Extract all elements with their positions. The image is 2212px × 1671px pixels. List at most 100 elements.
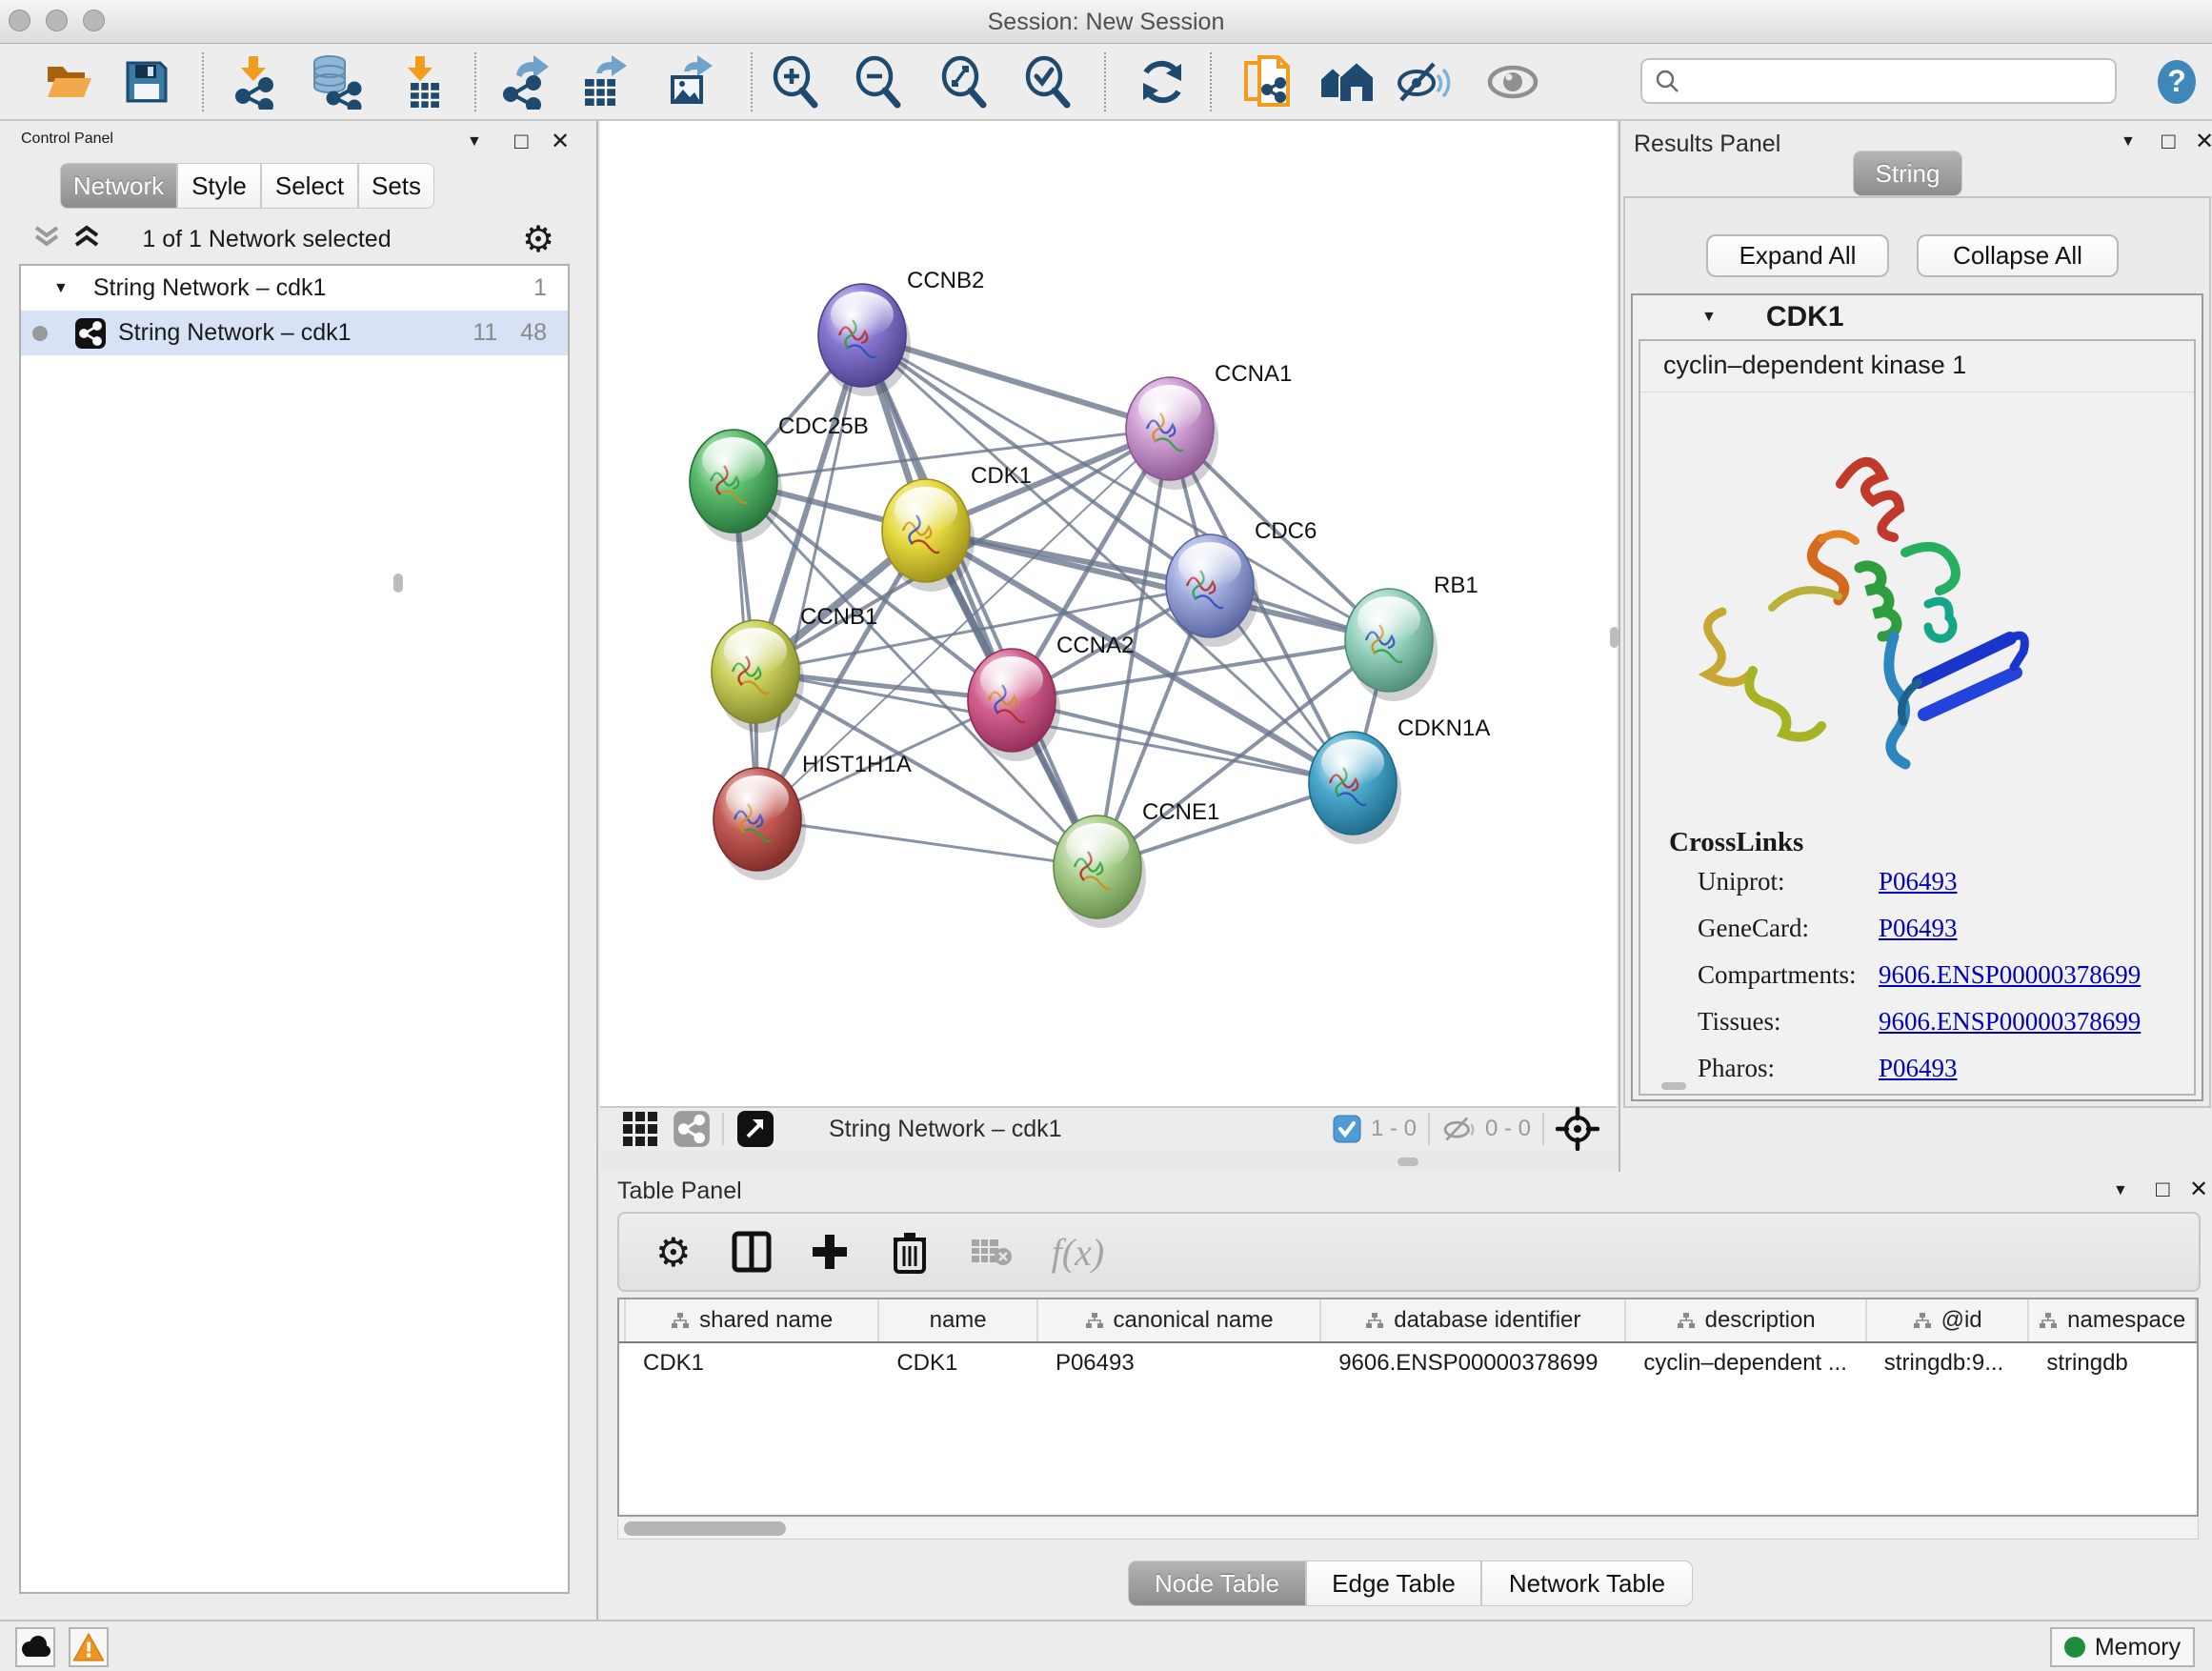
- tab-edge-table[interactable]: Edge Table: [1306, 1560, 1481, 1606]
- network-node-hist1h1a[interactable]: [714, 768, 806, 880]
- zoom-in-button[interactable]: [765, 51, 826, 112]
- network-node-cdc6[interactable]: [1166, 534, 1258, 647]
- open-session-button[interactable]: [38, 51, 99, 112]
- show-all-networks-button[interactable]: [1317, 51, 1378, 112]
- table-cell[interactable]: CDK1: [626, 1350, 879, 1377]
- table-cell[interactable]: cyclin–dependent ...: [1626, 1350, 1866, 1377]
- network-node-cdkn1a[interactable]: [1309, 732, 1401, 844]
- float-panel-icon[interactable]: □: [2162, 131, 2176, 153]
- panel-menu-icon[interactable]: ▼: [467, 134, 482, 150]
- collection-expand-icon[interactable]: ▼: [53, 281, 69, 296]
- import-table-button[interactable]: [392, 51, 453, 112]
- save-session-button[interactable]: [116, 51, 177, 112]
- network-graph[interactable]: CCNB2CCNA1CDC25BCDK1CDC6RB1CCNB1CCNA2CDK…: [600, 121, 1617, 1106]
- panel-menu-icon[interactable]: ▼: [2113, 1183, 2128, 1198]
- table-cell[interactable]: 9606.ENSP00000378699: [1321, 1350, 1626, 1377]
- network-options-gear-icon[interactable]: ⚙: [522, 218, 554, 260]
- node-label: RB1: [1434, 573, 1478, 598]
- table-cell[interactable]: stringdb:9...: [1867, 1350, 2030, 1377]
- table-cell[interactable]: CDK1: [879, 1350, 1038, 1377]
- table-cell[interactable]: stringdb: [2029, 1350, 2197, 1377]
- table-cell[interactable]: P06493: [1038, 1350, 1321, 1377]
- birds-eye-view-icon[interactable]: [621, 1110, 659, 1148]
- table-options-gear-icon[interactable]: ⚙: [655, 1229, 692, 1276]
- memory-button[interactable]: Memory: [2050, 1627, 2195, 1667]
- column-header-name[interactable]: name: [879, 1299, 1038, 1341]
- network-edge[interactable]: [757, 819, 1097, 867]
- network-node-cdk1[interactable]: [882, 479, 975, 592]
- import-network-file-button[interactable]: [225, 51, 286, 112]
- hide-graphics-details-button[interactable]: [1394, 51, 1455, 112]
- detach-view-icon[interactable]: [735, 1109, 775, 1149]
- network-node-rb1[interactable]: [1345, 589, 1438, 701]
- zoom-out-button[interactable]: [848, 51, 909, 112]
- export-table-button[interactable]: [573, 51, 634, 112]
- export-network-button[interactable]: [495, 51, 556, 112]
- gene-details-hscroll-thumb[interactable]: [1661, 1082, 1686, 1090]
- zoom-fit-button[interactable]: [934, 51, 995, 112]
- clone-network-button[interactable]: [1237, 51, 1297, 112]
- cytoscape-window: Session: New Session: [0, 0, 2212, 1671]
- column-header-namespace[interactable]: namespace: [2029, 1299, 2197, 1341]
- fit-content-crosshair-icon[interactable]: [1556, 1107, 1599, 1151]
- network-edge[interactable]: [862, 335, 1097, 867]
- search-input[interactable]: [1680, 67, 2115, 95]
- column-header-canonicalname[interactable]: canonical name: [1038, 1299, 1321, 1341]
- show-columns-icon[interactable]: [732, 1231, 772, 1273]
- tab-network-table[interactable]: Network Table: [1481, 1560, 1693, 1606]
- panel-menu-icon[interactable]: ▼: [2121, 134, 2136, 150]
- network-edge[interactable]: [757, 335, 862, 819]
- network-row-selected[interactable]: String Network – cdk1 11 48: [21, 311, 568, 355]
- crosslink-row: Tissues:9606.ENSP00000378699: [1698, 1007, 2174, 1037]
- delete-column-trash-icon[interactable]: [892, 1230, 928, 1274]
- table-horizontal-scrollbar[interactable]: [617, 1519, 2199, 1540]
- network-node-ccnb2[interactable]: [818, 284, 911, 396]
- crosslink-link[interactable]: 9606.ENSP00000378699: [1879, 960, 2141, 990]
- column-header-sharedname[interactable]: shared name: [626, 1299, 879, 1341]
- column-header-databaseidentifier[interactable]: database identifier: [1321, 1299, 1626, 1341]
- tab-style[interactable]: Style: [177, 163, 261, 209]
- expand-all-button[interactable]: Expand All: [1706, 234, 1889, 277]
- apply-layout-button[interactable]: [1132, 51, 1193, 112]
- float-panel-icon[interactable]: □: [514, 131, 529, 153]
- crosslink-link[interactable]: P06493: [1879, 1054, 1958, 1083]
- tab-network[interactable]: Network: [60, 163, 177, 209]
- crosslink-row: Uniprot:P06493: [1698, 867, 2174, 896]
- import-network-database-button[interactable]: [305, 51, 366, 112]
- tab-select[interactable]: Select: [261, 163, 358, 209]
- float-panel-icon[interactable]: □: [2156, 1178, 2170, 1201]
- show-graphics-details-button[interactable]: [1482, 51, 1543, 112]
- network-node-cdc25b[interactable]: [690, 430, 782, 542]
- control-panel-splitter-handle[interactable]: [393, 574, 403, 593]
- gene-collapse-icon[interactable]: ▼: [1701, 310, 1717, 325]
- network-node-ccnb1[interactable]: [712, 620, 804, 733]
- column-header-id[interactable]: @id: [1867, 1299, 2030, 1341]
- help-button[interactable]: ?: [2146, 51, 2207, 112]
- close-panel-icon[interactable]: ✕: [551, 131, 570, 153]
- network-collection-row[interactable]: ▼ String Network – cdk1 1: [21, 266, 568, 311]
- network-node-ccna1[interactable]: [1126, 377, 1218, 490]
- export-image-button[interactable]: [659, 51, 720, 112]
- close-panel-icon[interactable]: ✕: [2189, 1178, 2208, 1201]
- warnings-button[interactable]: [69, 1627, 109, 1667]
- crosslink-link[interactable]: 9606.ENSP00000378699: [1879, 1007, 2141, 1037]
- crosslink-link[interactable]: P06493: [1879, 867, 1958, 896]
- network-view-share-icon[interactable]: [673, 1110, 711, 1148]
- network-node-ccne1[interactable]: [1054, 815, 1146, 928]
- column-header-description[interactable]: description: [1626, 1299, 1866, 1341]
- gene-header[interactable]: ▼ CDK1: [1633, 295, 2202, 339]
- zoom-selected-button[interactable]: [1017, 51, 1078, 112]
- collapse-all-button[interactable]: Collapse All: [1917, 234, 2119, 277]
- cloud-status-button[interactable]: [15, 1627, 55, 1667]
- close-panel-icon[interactable]: ✕: [2195, 131, 2212, 153]
- results-panel-splitter-handle[interactable]: [1610, 627, 1619, 648]
- selected-checkbox-icon[interactable]: [1333, 1115, 1361, 1143]
- add-column-plus-icon[interactable]: [810, 1231, 850, 1273]
- tab-sets[interactable]: Sets: [358, 163, 434, 209]
- table-panel-splitter-handle[interactable]: [1398, 1158, 1418, 1166]
- scrollbar-thumb[interactable]: [624, 1521, 786, 1536]
- tab-string[interactable]: String: [1853, 151, 1962, 196]
- tab-node-table[interactable]: Node Table: [1128, 1560, 1306, 1606]
- network-canvas[interactable]: CCNB2CCNA1CDC25BCDK1CDC6RB1CCNB1CCNA2CDK…: [600, 121, 1617, 1106]
- crosslink-link[interactable]: P06493: [1879, 914, 1958, 943]
